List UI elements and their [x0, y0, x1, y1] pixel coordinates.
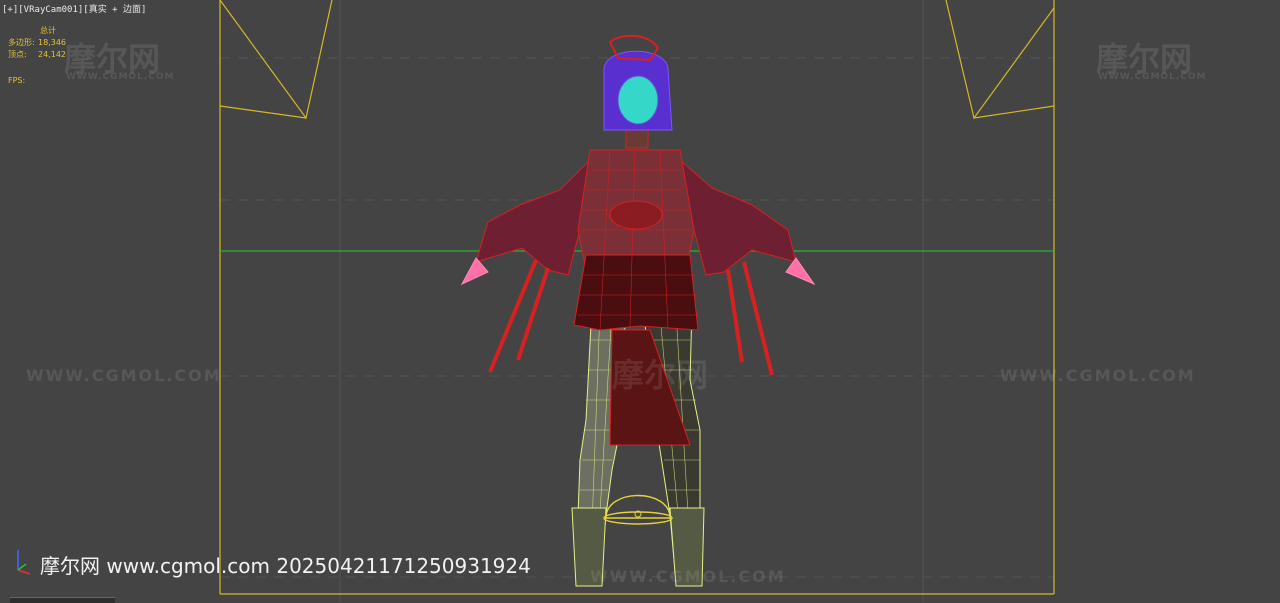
- skirt: [573, 254, 699, 331]
- scene-canvas[interactable]: [0, 0, 1280, 602]
- watermark-logo-sub: WWW.CGMOL.COM: [66, 72, 175, 82]
- camera-frustum-left-base: [219, 105, 307, 119]
- viewport-perspective[interactable]: 摩尔网 WWW.CGMOL.COM 摩尔网 WWW.CGMOL.COM 摩尔网 …: [0, 0, 1280, 603]
- viewport-camera-label[interactable]: [VRayCam001]: [18, 5, 83, 15]
- watermark-url: WWW.CGMOL.COM: [1000, 366, 1196, 385]
- watermark-url: WWW.CGMOL.COM: [26, 366, 222, 385]
- stats-polys-label: 多边形:: [8, 38, 35, 47]
- viewport-statistics: 总计 多边形: 18,346 顶点: 24,142: [8, 25, 66, 61]
- stats-polys-row: 多边形: 18,346: [8, 37, 66, 49]
- stats-verts-value: 24,142: [38, 50, 66, 59]
- stats-fps-label: FPS:: [8, 76, 26, 85]
- watermark-logo: 摩尔网: [612, 356, 709, 394]
- time-slider-field[interactable]: [10, 597, 115, 603]
- camera-frustum-right: [945, 0, 1055, 120]
- left-sleeve: [475, 158, 591, 276]
- stats-verts-label: 顶点:: [8, 50, 27, 59]
- viewport-label: [+][VRayCam001][真实 + 边面]: [2, 2, 146, 15]
- watermark-caption: 摩尔网 www.cgmol.com 20250421171250931924: [40, 554, 531, 578]
- axis-tripod-icon: [17, 550, 31, 575]
- watermark-url: WWW.CGMOL.COM: [590, 567, 786, 586]
- viewport-shading-label[interactable]: [真实 + 边面]: [83, 5, 146, 15]
- waist-bow: [609, 200, 663, 230]
- character-model[interactable]: [460, 34, 816, 587]
- right-hand: [785, 257, 816, 286]
- viewport-menu-plus[interactable]: [+]: [2, 5, 18, 15]
- left-hand: [460, 257, 489, 286]
- stats-verts-row: 顶点: 24,142: [8, 49, 66, 61]
- watermark-logo-sub: WWW.CGMOL.COM: [1098, 72, 1207, 82]
- ground-gizmo: [605, 494, 671, 519]
- stats-header: 总计: [40, 26, 56, 35]
- camera-frustum-right-base: [973, 105, 1055, 119]
- camera-frustum-left: [219, 0, 333, 120]
- face: [617, 75, 659, 125]
- right-sleeve: [679, 158, 797, 276]
- stats-polys-value: 18,346: [38, 38, 66, 47]
